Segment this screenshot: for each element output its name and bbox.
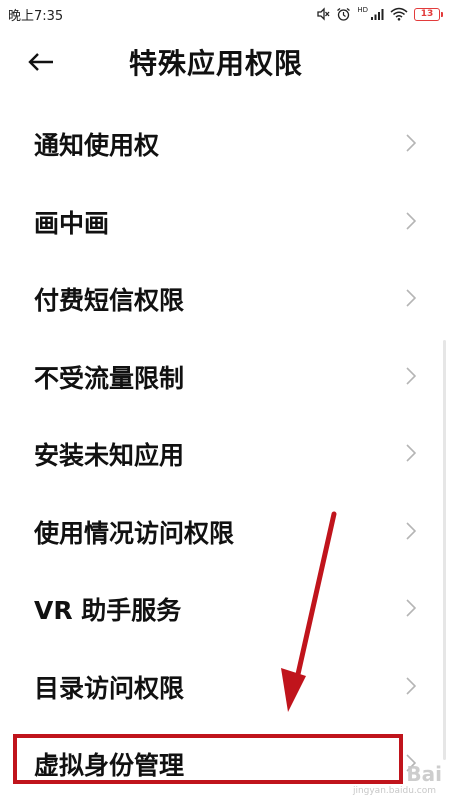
alarm-icon xyxy=(337,7,351,21)
page-title: 特殊应用权限 xyxy=(129,47,304,80)
header: 特殊应用权限 xyxy=(0,28,450,98)
scrollbar[interactable] xyxy=(443,340,446,760)
list-item-notification-access[interactable]: 通知使用权 xyxy=(0,104,450,182)
list-item-label: 目录访问权限 xyxy=(34,673,185,703)
list-item-premium-sms[interactable]: 付费短信权限 xyxy=(0,259,450,337)
status-icons: HD 13 xyxy=(316,4,443,24)
status-time: 晚上7:35 xyxy=(8,9,64,24)
list-item-label: 使用情况访问权限 xyxy=(34,518,235,548)
chevron-right-icon xyxy=(406,134,416,152)
mute-icon xyxy=(317,7,330,21)
back-arrow-icon xyxy=(28,53,53,71)
list-item-label: 画中画 xyxy=(34,208,110,238)
list-item-label: 不受流量限制 xyxy=(34,363,185,393)
signal-icon xyxy=(371,9,384,20)
chevron-right-icon xyxy=(406,599,416,617)
chevron-right-icon xyxy=(406,366,416,385)
list-item-label: VR 助手服务 xyxy=(34,596,182,625)
chevron-right-icon xyxy=(406,676,416,695)
list-item-vr-helper[interactable]: VR 助手服务 xyxy=(0,569,450,647)
watermark-url: jingyan.baidu.com xyxy=(352,786,436,796)
list-item-picture-in-picture[interactable]: 画中画 xyxy=(0,182,450,260)
battery-level: 13 xyxy=(420,8,434,19)
list-item-label: 通知使用权 xyxy=(34,131,160,160)
watermark-logo: Bai xyxy=(406,762,442,786)
list-item-label: 付费短信权限 xyxy=(34,286,185,315)
settings-list: 通知使用权 画中画 付费短信权限 不受流量限制 安装未知应用 使用情况访问权限 … xyxy=(0,104,450,802)
list-item-install-unknown-apps[interactable]: 安装未知应用 xyxy=(0,414,450,492)
chevron-right-icon xyxy=(406,521,416,540)
list-item-label: 安装未知应用 xyxy=(34,441,185,470)
list-item-directory-access[interactable]: 目录访问权限 xyxy=(0,647,450,725)
status-bar: 晚上7:35 HD 13 xyxy=(0,0,450,28)
back-button[interactable] xyxy=(28,48,68,76)
battery-icon: 13 xyxy=(414,7,443,21)
list-item-usage-access[interactable]: 使用情况访问权限 xyxy=(0,492,450,570)
chevron-right-icon xyxy=(406,211,416,230)
list-item-unrestricted-data[interactable]: 不受流量限制 xyxy=(0,337,450,415)
highlight-box xyxy=(13,734,403,784)
chevron-right-icon xyxy=(406,444,416,462)
chevron-right-icon xyxy=(406,289,416,307)
wifi-icon xyxy=(390,7,408,21)
hd-label: HD xyxy=(357,5,368,14)
